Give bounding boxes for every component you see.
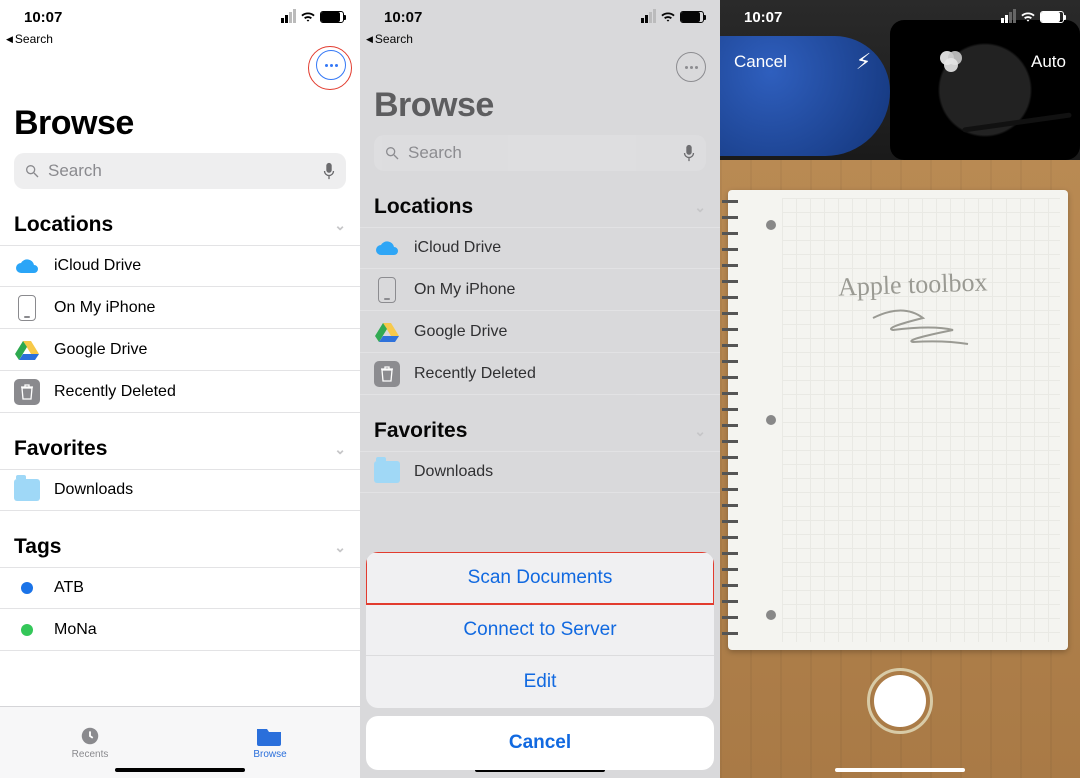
battery-icon bbox=[1040, 11, 1064, 23]
search-icon bbox=[24, 163, 40, 179]
status-bar: 10:07 bbox=[360, 0, 720, 30]
sheet-scan-documents[interactable]: Scan Documents bbox=[366, 552, 714, 604]
back-to-search[interactable]: ◀ Search bbox=[360, 30, 720, 48]
wifi-icon bbox=[1020, 11, 1036, 23]
battery-icon bbox=[680, 11, 704, 23]
cell-signal-icon bbox=[1001, 11, 1016, 23]
favorites-header[interactable]: Favorites⌄ bbox=[360, 419, 720, 443]
handwriting: Apple toolbox bbox=[838, 267, 988, 302]
camera-viewfinder: Apple toolbox bbox=[720, 0, 1080, 778]
wifi-icon bbox=[300, 11, 316, 23]
back-label: Search bbox=[15, 32, 53, 46]
home-indicator[interactable] bbox=[115, 768, 245, 772]
home-indicator[interactable] bbox=[835, 768, 965, 772]
more-menu-button[interactable] bbox=[316, 50, 346, 80]
tag-dot-blue-icon bbox=[14, 575, 40, 601]
location-recently-deleted[interactable]: Recently Deleted bbox=[360, 353, 720, 395]
search-input[interactable]: Search bbox=[14, 153, 346, 189]
chevron-down-icon: ⌄ bbox=[334, 539, 346, 556]
back-chevron-icon: ◀ bbox=[366, 34, 373, 45]
location-on-my-iphone[interactable]: On My iPhone bbox=[360, 269, 720, 311]
tag-atb[interactable]: ATB bbox=[0, 567, 360, 609]
icloud-icon bbox=[374, 235, 400, 261]
screenshot-files-browse: 10:07 ◀ Search Browse Search Locations ⌄… bbox=[0, 0, 360, 778]
chevron-down-icon: ⌄ bbox=[694, 423, 706, 440]
back-to-search[interactable]: ◀ Search bbox=[0, 30, 360, 48]
google-drive-icon bbox=[374, 319, 400, 345]
folder-icon bbox=[257, 725, 283, 747]
filters-icon[interactable] bbox=[940, 51, 962, 73]
cell-signal-icon bbox=[281, 11, 296, 23]
more-menu-button[interactable] bbox=[676, 52, 706, 82]
location-icloud[interactable]: iCloud Drive bbox=[360, 227, 720, 269]
screenshot-scan-camera: Apple toolbox 10:07 Cancel ⚡︎ Auto bbox=[720, 0, 1080, 778]
sheet-connect-to-server[interactable]: Connect to Server bbox=[366, 604, 714, 656]
downloads-folder-icon bbox=[14, 477, 40, 503]
search-icon bbox=[384, 145, 400, 161]
locations-header[interactable]: Locations ⌄ bbox=[0, 213, 360, 237]
sheet-cancel[interactable]: Cancel bbox=[366, 716, 714, 770]
cell-signal-icon bbox=[641, 11, 656, 23]
location-recently-deleted[interactable]: Recently Deleted bbox=[0, 371, 360, 413]
ellipsis-icon bbox=[685, 66, 698, 69]
page-title: Browse bbox=[14, 104, 134, 143]
action-sheet: Scan Documents Connect to Server Edit Ca… bbox=[366, 552, 714, 770]
tag-dot-green-icon bbox=[14, 617, 40, 643]
mic-icon[interactable] bbox=[322, 162, 336, 180]
chevron-down-icon: ⌄ bbox=[334, 217, 346, 234]
trash-icon bbox=[14, 379, 40, 405]
wifi-icon bbox=[660, 11, 676, 23]
location-google-drive[interactable]: Google Drive bbox=[360, 311, 720, 353]
status-time: 10:07 bbox=[24, 9, 62, 26]
shutter-button[interactable] bbox=[867, 668, 933, 734]
status-time: 10:07 bbox=[744, 9, 782, 26]
tags-header[interactable]: Tags ⌄ bbox=[0, 535, 360, 559]
iphone-icon bbox=[374, 277, 400, 303]
flash-icon[interactable]: ⚡︎ bbox=[856, 49, 871, 75]
camera-top-bar: Cancel ⚡︎ Auto bbox=[720, 38, 1080, 86]
clock-icon bbox=[77, 725, 103, 747]
chevron-down-icon: ⌄ bbox=[694, 199, 706, 216]
camera-cancel-button[interactable]: Cancel bbox=[734, 52, 787, 72]
camera-auto-button[interactable]: Auto bbox=[1031, 52, 1066, 72]
status-time: 10:07 bbox=[384, 9, 422, 26]
chevron-down-icon: ⌄ bbox=[334, 441, 346, 458]
status-bar: 10:07 bbox=[720, 0, 1080, 30]
google-drive-icon bbox=[14, 337, 40, 363]
favorite-downloads[interactable]: Downloads bbox=[0, 469, 360, 511]
location-on-my-iphone[interactable]: On My iPhone bbox=[0, 287, 360, 329]
search-input[interactable]: Search bbox=[374, 135, 706, 171]
location-icloud[interactable]: iCloud Drive bbox=[0, 245, 360, 287]
tag-mona[interactable]: MoNa bbox=[0, 609, 360, 651]
location-google-drive[interactable]: Google Drive bbox=[0, 329, 360, 371]
screenshot-files-action-sheet: 10:07 ◀ Search Browse Search Locations⌄ … bbox=[360, 0, 720, 778]
battery-icon bbox=[320, 11, 344, 23]
mic-icon[interactable] bbox=[682, 144, 696, 162]
icloud-icon bbox=[14, 253, 40, 279]
status-bar: 10:07 bbox=[0, 0, 360, 30]
trash-icon bbox=[374, 361, 400, 387]
locations-header[interactable]: Locations⌄ bbox=[360, 195, 720, 219]
locations-list: iCloud Drive On My iPhone Google Drive R… bbox=[0, 245, 360, 413]
favorites-header[interactable]: Favorites ⌄ bbox=[0, 437, 360, 461]
page-title: Browse bbox=[374, 86, 494, 125]
iphone-icon bbox=[14, 295, 40, 321]
favorite-downloads[interactable]: Downloads bbox=[360, 451, 720, 493]
notebook-subject: Apple toolbox bbox=[728, 190, 1068, 650]
ellipsis-icon bbox=[325, 64, 338, 67]
sheet-edit[interactable]: Edit bbox=[366, 656, 714, 708]
back-chevron-icon: ◀ bbox=[6, 34, 13, 45]
downloads-folder-icon bbox=[374, 459, 400, 485]
search-placeholder: Search bbox=[48, 161, 102, 181]
